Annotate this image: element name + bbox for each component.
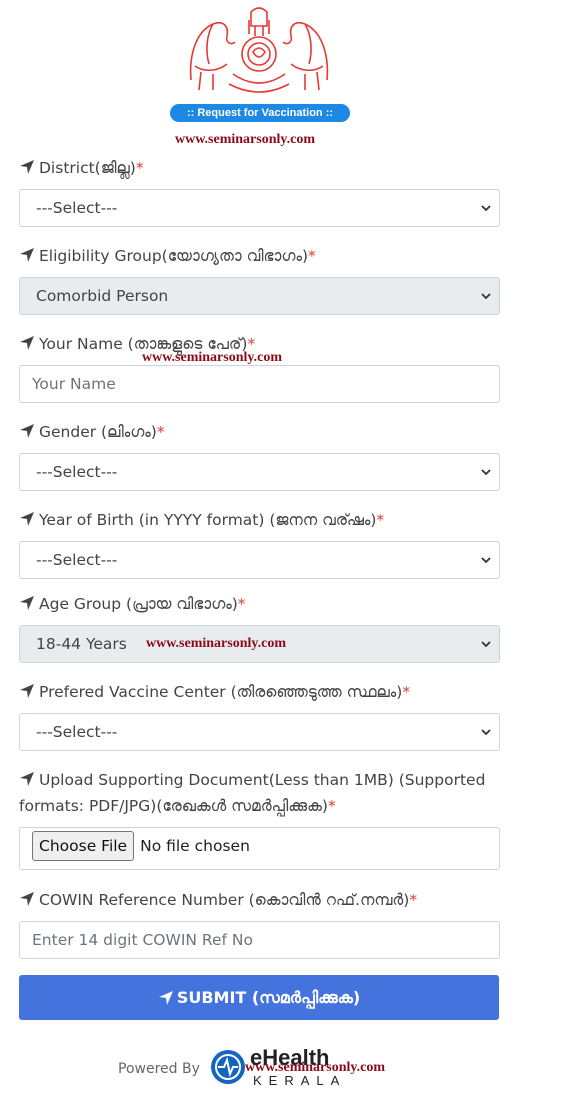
eligibility-select[interactable]: Comorbid Person (19, 277, 500, 315)
yob-select[interactable]: ---Select--- (19, 541, 500, 579)
location-arrow-icon (20, 424, 34, 438)
watermark: www.seminarsonly.com (142, 350, 282, 365)
cowin-input[interactable]: Enter 14 digit COWIN Ref No (19, 921, 500, 959)
upload-label: Upload Supporting Document(Less than 1MB… (19, 771, 486, 815)
powered-by-text: Powered By (118, 1061, 200, 1077)
chevron-down-icon (481, 729, 491, 736)
location-arrow-icon (20, 336, 34, 350)
file-status: No file chosen (140, 837, 250, 855)
cowin-label: COWIN Reference Number (കൊവിൻ റഫ്.നമ്പർ)… (19, 887, 417, 913)
yob-label: Year of Birth (in YYYY format) (ജനന വര്ഷ… (19, 507, 384, 533)
ehealth-logo-icon (211, 1050, 245, 1084)
gender-select[interactable]: ---Select--- (19, 453, 500, 491)
location-arrow-icon (20, 596, 34, 610)
kerala-emblem-icon (189, 7, 329, 93)
chevron-down-icon (481, 469, 491, 476)
chevron-down-icon (481, 205, 491, 212)
center-select[interactable]: ---Select--- (19, 713, 500, 751)
chevron-down-icon (481, 293, 491, 300)
location-arrow-icon (20, 892, 34, 906)
watermark: www.seminarsonly.com (146, 636, 286, 651)
choose-file-button[interactable]: Choose File (32, 831, 135, 861)
location-arrow-icon (20, 512, 34, 526)
district-select[interactable]: ---Select--- (19, 189, 500, 227)
upload-file-input[interactable]: Choose File No file chosen (19, 827, 500, 870)
submit-button[interactable]: SUBMIT (സമർപ്പിക്കുക) (19, 975, 499, 1020)
age-group-label: Age Group (പ്രായ വിഭാഗം)* (19, 591, 246, 617)
eligibility-label: Eligibility Group(യോഗ്യതാ വിഭാഗം)* (19, 243, 316, 269)
gender-label: Gender (ലിംഗം)* (19, 419, 165, 445)
chevron-down-icon (481, 557, 491, 564)
district-label: District(ജില്ല)* (19, 155, 144, 181)
chevron-down-icon (481, 641, 491, 648)
center-label: Prefered Vaccine Center (തിരഞ്ഞെടുത്ത സ്… (19, 679, 410, 705)
location-arrow-icon (20, 772, 34, 786)
location-arrow-icon (20, 684, 34, 698)
watermark: www.seminarsonly.com (175, 132, 315, 147)
location-arrow-icon (20, 160, 34, 174)
watermark: www.seminarsonly.com (245, 1060, 385, 1075)
location-arrow-icon (20, 248, 34, 262)
location-arrow-icon (158, 991, 173, 1005)
name-input[interactable]: Your Name (19, 365, 500, 403)
request-vaccination-badge: :: Request for Vaccination :: (170, 104, 350, 122)
